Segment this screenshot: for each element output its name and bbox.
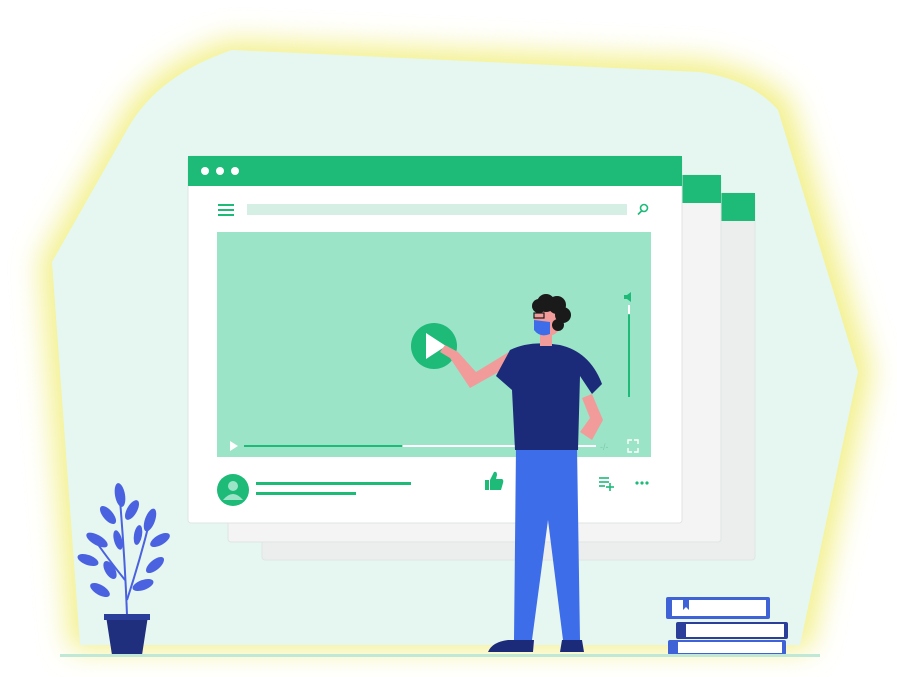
play-button[interactable] bbox=[411, 323, 457, 369]
window-dot-2[interactable] bbox=[216, 167, 224, 175]
title-bar bbox=[188, 156, 682, 186]
book-stack bbox=[666, 597, 788, 655]
browser-window: -/- bbox=[187, 155, 683, 524]
channel-line-2 bbox=[256, 492, 356, 495]
illustration: -/- bbox=[40, 40, 872, 657]
channel-line-1 bbox=[256, 482, 411, 485]
more-icon[interactable] bbox=[635, 481, 649, 485]
progress-fill bbox=[244, 445, 403, 447]
window-dot-3[interactable] bbox=[231, 167, 239, 175]
search-bar[interactable] bbox=[247, 204, 627, 215]
floor-line bbox=[60, 654, 820, 657]
time-label: -/- bbox=[600, 442, 609, 452]
plant-pot bbox=[106, 616, 148, 655]
window-dot-1[interactable] bbox=[201, 167, 209, 175]
volume-level bbox=[628, 314, 630, 397]
avatar[interactable] bbox=[217, 474, 249, 506]
